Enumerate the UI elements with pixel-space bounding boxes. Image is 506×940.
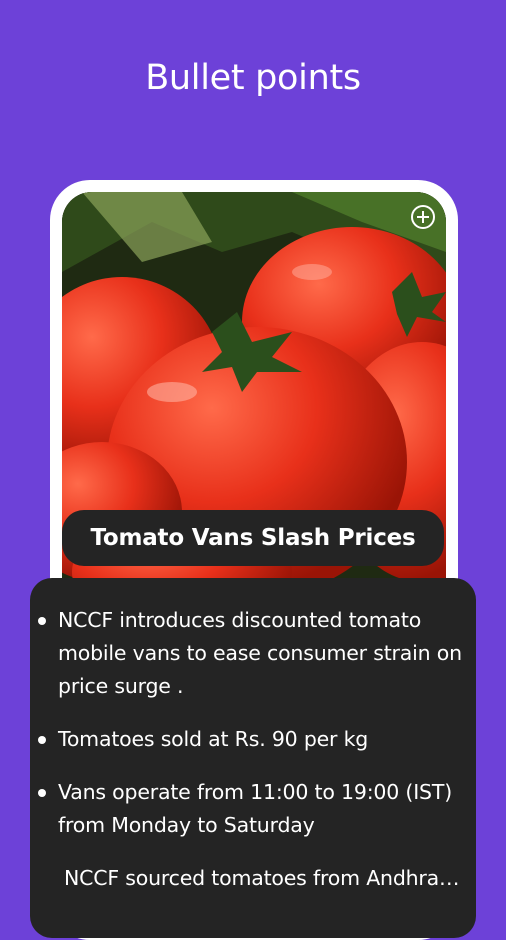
story-title: Tomato Vans Slash Prices [90, 525, 416, 551]
bullet-item: NCCF sourced tomatoes from Andhra Prades… [58, 862, 462, 895]
bullet-list: NCCF introduces discounted tomato mobile… [30, 578, 476, 895]
bullet-points-card: NCCF introduces discounted tomato mobile… [30, 578, 476, 938]
bullet-item: NCCF introduces discounted tomato mobile… [38, 604, 462, 703]
story-title-pill: Tomato Vans Slash Prices [62, 510, 444, 566]
bullet-item: Tomatoes sold at Rs. 90 per kg [38, 723, 462, 756]
page-heading: Bullet points [145, 58, 361, 98]
bullet-item: Vans operate from 11:00 to 19:00 (IST) f… [38, 776, 462, 842]
plus-circle-icon[interactable] [410, 204, 436, 230]
